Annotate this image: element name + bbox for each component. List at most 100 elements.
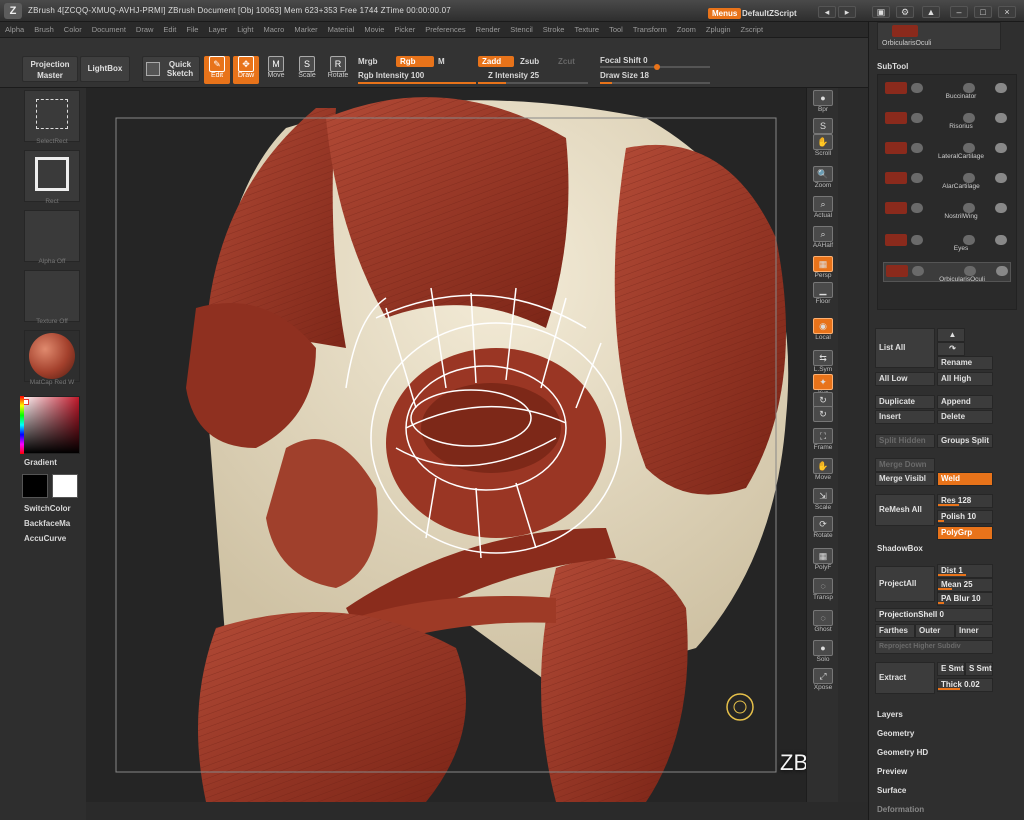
default-zscript-button[interactable]: DefaultZScript [742, 9, 797, 18]
list-all-button[interactable]: List All [875, 328, 935, 368]
subtool-item[interactable]: Risorius [883, 110, 1011, 130]
brush-thumbnail[interactable] [24, 90, 80, 142]
local-button[interactable]: ◉ Local [810, 318, 836, 344]
subtool-toggle-icon[interactable] [963, 235, 975, 245]
delete-button[interactable]: Delete [937, 410, 993, 424]
focal-shift-knob[interactable] [654, 64, 660, 70]
frame-button[interactable]: ⛶ Frame [810, 428, 836, 454]
layers-section[interactable]: Layers [877, 710, 903, 719]
deformation-section[interactable]: Deformation [877, 805, 924, 814]
subtool-toggle-icon[interactable] [911, 143, 923, 153]
eye-icon[interactable] [995, 83, 1007, 93]
pa-blur-slider[interactable]: PA Blur 10 [937, 592, 993, 606]
menu-light[interactable]: Light [232, 22, 258, 37]
subtool-item[interactable]: LateralCartilage [883, 140, 1011, 160]
gradient-button[interactable]: Gradient [24, 458, 57, 467]
menu-zplugin[interactable]: Zplugin [701, 22, 736, 37]
menu-stroke[interactable]: Stroke [538, 22, 570, 37]
menu-zscript[interactable]: Zscript [736, 22, 769, 37]
xpose-button[interactable]: ⤢ Xpose [810, 668, 836, 694]
subtool-toggle-icon[interactable] [963, 113, 975, 123]
weld-toggle[interactable]: Weld [937, 472, 993, 486]
scroll-button[interactable]: ✋ Scroll [810, 134, 836, 160]
scroll-left-icon[interactable]: ◂ [818, 6, 836, 18]
all-high-button[interactable]: All High [937, 372, 993, 386]
transp-button[interactable]: ◌ Transp [810, 578, 836, 604]
subtool-item[interactable]: AlarCartilage [883, 170, 1011, 190]
menu-picker[interactable]: Picker [389, 22, 420, 37]
res-slider[interactable]: Res 128 [937, 494, 993, 508]
eye-icon[interactable] [995, 203, 1007, 213]
draw-size-slider[interactable]: Draw Size 18 [600, 71, 649, 80]
zcut-button[interactable]: Zcut [558, 57, 575, 66]
projection-master-button[interactable]: Projection Master [22, 56, 78, 82]
stroke-thumbnail[interactable] [24, 150, 80, 202]
inner-button[interactable]: Inner [955, 624, 993, 638]
hue-strip[interactable] [20, 396, 24, 454]
move-down-icon[interactable]: ↷ [937, 342, 965, 356]
floor-button[interactable]: ▁ Floor [810, 282, 836, 308]
draw-mode-button[interactable]: ✥ Draw [233, 56, 259, 84]
eye-icon[interactable] [995, 173, 1007, 183]
subtool-toggle-icon[interactable] [963, 203, 975, 213]
menu-marker[interactable]: Marker [289, 22, 322, 37]
menu-brush[interactable]: Brush [29, 22, 59, 37]
move-mode-button[interactable]: M Move [263, 56, 289, 84]
menu-material[interactable]: Material [323, 22, 360, 37]
secondary-color-swatch[interactable] [52, 474, 78, 498]
subtool-item[interactable]: Eyes [883, 232, 1011, 252]
quick-sketch-button[interactable]: Quick Sketch [142, 56, 200, 82]
backface-mask-button[interactable]: BackfaceMa [24, 519, 70, 528]
rename-button[interactable]: Rename [937, 356, 993, 370]
extract-button[interactable]: Extract [875, 662, 935, 694]
subtool-item[interactable]: NostrilWing [883, 200, 1011, 220]
subtool-toggle-icon[interactable] [912, 266, 924, 276]
menu-render[interactable]: Render [471, 22, 506, 37]
menu-stencil[interactable]: Stencil [505, 22, 538, 37]
subtool-item[interactable]: Buccinator [883, 80, 1011, 100]
merge-visible-button[interactable]: Merge Visibl [875, 472, 935, 486]
ghost-button[interactable]: ◌ Ghost [810, 610, 836, 636]
accucurve-button[interactable]: AccuCurve [24, 534, 66, 543]
menu-file[interactable]: File [181, 22, 203, 37]
geometry-section[interactable]: Geometry [877, 729, 914, 738]
scale-button[interactable]: ⇲ Scale [810, 488, 836, 514]
subtool-toggle-icon[interactable] [963, 143, 975, 153]
zadd-button[interactable]: Zadd [478, 56, 514, 67]
e-smt-slider[interactable]: E Smt [937, 662, 965, 676]
mean-slider[interactable]: Mean 25 [937, 578, 993, 592]
menu-zoom[interactable]: Zoom [672, 22, 701, 37]
actual-button[interactable]: ⌕ Actual [810, 196, 836, 222]
eye-icon[interactable] [996, 266, 1008, 276]
polish-slider[interactable]: Polish 10 [937, 510, 993, 524]
subtool-header[interactable]: SubTool [877, 62, 908, 71]
zoom-button[interactable]: 🔍 Zoom [810, 166, 836, 192]
subtool-toggle-icon[interactable] [911, 235, 923, 245]
menu-document[interactable]: Document [87, 22, 131, 37]
solo-button[interactable]: ● Solo [810, 640, 836, 666]
menu-transform[interactable]: Transform [628, 22, 672, 37]
rgb-intensity-slider[interactable]: Rgb Intensity 100 [358, 71, 424, 80]
reproject-higher-subdiv-button[interactable]: Reproject Higher Subdiv [875, 640, 993, 654]
subtool-toggle-icon[interactable] [911, 203, 923, 213]
menu-draw[interactable]: Draw [131, 22, 159, 37]
move-button[interactable]: ✋ Move [810, 458, 836, 484]
persp-button[interactable]: ▦ Persp [810, 256, 836, 282]
eye-icon[interactable] [995, 235, 1007, 245]
menu-layer[interactable]: Layer [203, 22, 232, 37]
insert-button[interactable]: Insert [875, 410, 935, 424]
m-button[interactable]: M [438, 57, 445, 66]
preview-section[interactable]: Preview [877, 767, 907, 776]
groups-split-button[interactable]: Groups Split [937, 434, 993, 448]
eye-icon[interactable] [995, 143, 1007, 153]
split-hidden-button[interactable]: Split Hidden [875, 434, 935, 448]
menu-movie[interactable]: Movie [359, 22, 389, 37]
color-picker[interactable] [20, 396, 80, 454]
palette-toggle-icon[interactable]: ▣ [872, 6, 890, 18]
menu-preferences[interactable]: Preferences [420, 22, 470, 37]
document-canvas[interactable]: ZBrushWorkshops [86, 88, 806, 802]
menu-edit[interactable]: Edit [158, 22, 181, 37]
edit-mode-button[interactable]: ✎ Edit [204, 56, 230, 84]
scroll-right-icon[interactable]: ▸ [838, 6, 856, 18]
dist-slider[interactable]: Dist 1 [937, 564, 993, 578]
